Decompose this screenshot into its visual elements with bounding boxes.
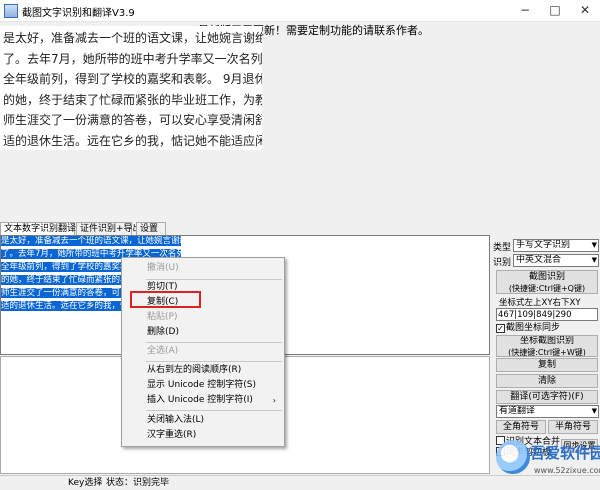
checkbox-checked-icon: ✓ — [496, 324, 505, 333]
menu-item-close-ime[interactable]: 关闭输入法(L) — [122, 413, 284, 428]
recog-select[interactable]: 中英文混合 ▼ — [513, 254, 599, 267]
watermark-url: www.52zixue.com — [534, 466, 600, 475]
window-title: 截图文字识别和翻译V3.9 — [22, 8, 135, 19]
preview-line: 是太好，准备减去一个班的语文课，让她婉言谢绝 — [3, 31, 262, 45]
coords-caption: 坐标式左上XY右下XY — [499, 298, 581, 308]
coords-input[interactable]: 467|109|849|290 — [496, 308, 598, 321]
recog-select-value: 中英文混合 — [516, 255, 562, 265]
type-label: 类型 — [493, 243, 512, 253]
menu-item-paste[interactable]: 粘贴(P) — [122, 310, 284, 325]
context-menu: 撤消(U) 剪切(T) 复制(C) 粘贴(P) 删除(D) 全选(A) 从右到左… — [121, 257, 285, 447]
menu-item-insert-unicode-label: 插入 Unicode 控制字符(I) — [147, 395, 253, 405]
type-select-value: 手写文字识别 — [516, 240, 571, 250]
chevron-right-icon: › — [272, 396, 276, 405]
menu-item-insert-unicode[interactable]: 插入 Unicode 控制字符(I) › — [122, 393, 284, 408]
title-bar: 截图文字识别和翻译V3.9 − □ ✕ — [0, 0, 600, 22]
status-text: 状态：识别完毕 — [106, 478, 170, 488]
translator-select[interactable]: 有道翻译 ▼ — [496, 405, 599, 418]
chevron-down-icon: ▼ — [591, 256, 597, 264]
watermark-logo-icon — [496, 440, 530, 474]
selected-text-line: 是太好，准备减去一个班的语文课，让她婉言谢绝 — [1, 236, 181, 246]
key-select-label[interactable]: Key选择 — [68, 476, 102, 490]
menu-item-undo[interactable]: 撤消(U) — [122, 261, 284, 276]
coord-capture-hotkey-label: (快捷键:Ctrl键+W键) — [508, 348, 586, 357]
capture-recognize-button[interactable]: 截图识别 (快捷键:Ctrl键+Q键) — [496, 270, 598, 294]
menu-separator — [146, 361, 282, 362]
tab-id-recognition[interactable]: 证件识别+导出 — [76, 222, 142, 236]
translator-select-value: 有道翻译 — [499, 406, 536, 416]
preview-line: 全年级前列，得到了学校的嘉奖和表彰。 9月退休 — [3, 72, 262, 86]
copy-button[interactable]: 复制 — [496, 358, 598, 372]
capture-button-label: 截图识别 — [528, 272, 565, 282]
preview-line: 适的退休生活。远在它乡的我，惦记她不能适应闲 — [3, 133, 262, 148]
preview-line: 的她，终于结束了忙碌而紧张的毕业班工作，为教 — [3, 92, 262, 107]
watermark: 吾爱软件园 www.52zixue.com — [490, 432, 600, 488]
menu-separator — [146, 342, 282, 343]
menu-separator — [146, 410, 282, 411]
menu-item-show-unicode[interactable]: 显示 Unicode 控制字符(S) — [122, 378, 284, 393]
captured-image-preview: 是太好，准备减去一个班的语文课，让她婉言谢绝 了。去年7月，她所带的班中考升学率… — [0, 26, 262, 150]
close-button[interactable]: ✕ — [570, 0, 600, 20]
tab-settings[interactable]: 设置 — [136, 222, 166, 236]
menu-item-reconvert[interactable]: 汉字重选(R) — [122, 428, 284, 443]
capture-hotkey-label: (快捷键:Ctrl键+Q键) — [508, 284, 586, 293]
menu-item-select-all[interactable]: 全选(A) — [122, 344, 284, 359]
coord-capture-label: 坐标截图识别 — [519, 336, 574, 346]
chevron-down-icon: ▼ — [591, 241, 597, 249]
type-select[interactable]: 手写文字识别 ▼ — [513, 239, 599, 252]
sync-coords-checkbox[interactable]: ✓ 截图坐标同步 — [496, 323, 560, 334]
tab-text-recognition[interactable]: 文本数字识别翻译 — [0, 222, 76, 236]
copy-highlight-box — [130, 291, 201, 308]
sync-coords-label: 截图坐标同步 — [506, 323, 561, 333]
coord-capture-button[interactable]: 坐标截图识别 (快捷键:Ctrl键+W键) — [496, 335, 598, 357]
app-icon — [4, 4, 18, 18]
watermark-text: 吾爱软件园 — [530, 444, 600, 462]
maximize-button[interactable]: □ — [540, 0, 570, 20]
menu-item-delete[interactable]: 删除(D) — [122, 325, 284, 340]
preview-line: 了。去年7月，她所带的班中考升学率又一次名列 — [3, 51, 262, 66]
translate-button[interactable]: 翻译(可选字符)(F) — [496, 390, 598, 404]
minimize-button[interactable]: − — [510, 0, 540, 20]
recog-label: 识别 — [493, 258, 512, 268]
clear-button[interactable]: 清除 — [496, 374, 598, 388]
preview-line: 师生涯交了一份满意的答卷，可以安心享受清闲舒 — [3, 113, 262, 127]
chevron-down-icon: ▼ — [591, 407, 597, 415]
menu-item-rtl[interactable]: 从右到左的阅读顺序(R) — [122, 363, 284, 378]
